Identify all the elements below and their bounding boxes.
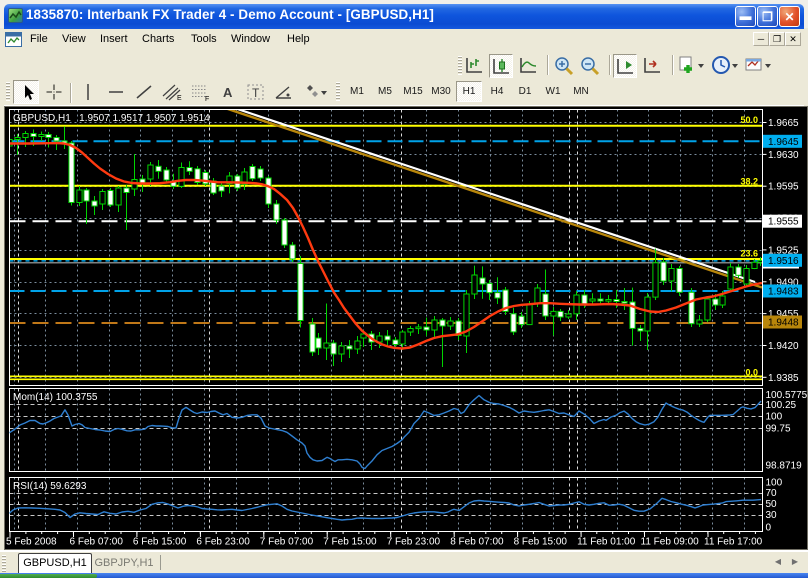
svg-text:6 Feb 15:00: 6 Feb 15:00: [133, 537, 187, 548]
svg-text:100: 100: [766, 477, 783, 488]
svg-text:1.9645: 1.9645: [768, 137, 799, 148]
svg-text:0.0: 0.0: [745, 368, 758, 378]
svg-text:7 Feb 07:00: 7 Feb 07:00: [260, 537, 314, 548]
svg-text:50: 50: [766, 499, 778, 510]
svg-text:11 Feb 01:00: 11 Feb 01:00: [577, 537, 636, 548]
svg-text:11 Feb 09:00: 11 Feb 09:00: [641, 537, 700, 548]
svg-text:A: A: [223, 85, 233, 100]
svg-text:1.9385: 1.9385: [768, 373, 799, 384]
svg-text:23.6: 23.6: [740, 249, 758, 259]
svg-text:8 Feb 15:00: 8 Feb 15:00: [514, 537, 568, 548]
svg-text:Mom(14) 100.3755: Mom(14) 100.3755: [13, 392, 98, 403]
svg-text:1.9420: 1.9420: [768, 341, 799, 352]
svg-text:1.9595: 1.9595: [768, 182, 799, 193]
svg-text:T: T: [252, 86, 260, 100]
svg-text:11 Feb 17:00: 11 Feb 17:00: [704, 537, 763, 548]
svg-text:8 Feb 07:00: 8 Feb 07:00: [450, 537, 504, 548]
svg-text:1.9483: 1.9483: [768, 287, 799, 298]
svg-text:30: 30: [766, 510, 778, 521]
svg-text:99.75: 99.75: [766, 424, 791, 435]
svg-text:1.9665: 1.9665: [768, 118, 799, 129]
svg-text:38.2: 38.2: [740, 177, 758, 187]
svg-text:100.25: 100.25: [766, 400, 797, 411]
svg-text:1.9448: 1.9448: [768, 318, 799, 329]
svg-text:50.0: 50.0: [740, 115, 758, 125]
svg-text:GBPUSD,H1 1.9507 1.9517 1.95: GBPUSD,H1 1.9507 1.9517 1.9507 1.9514: [13, 113, 210, 124]
svg-text:6 Feb 07:00: 6 Feb 07:00: [70, 537, 124, 548]
svg-text:F: F: [205, 96, 209, 103]
svg-text:98.8719: 98.8719: [766, 460, 803, 471]
svg-text:7 Feb 23:00: 7 Feb 23:00: [387, 537, 441, 548]
svg-text:RSI(14) 59.6293: RSI(14) 59.6293: [13, 481, 87, 492]
svg-text:100: 100: [766, 412, 783, 423]
svg-text:E: E: [177, 95, 182, 102]
svg-text:7 Feb 15:00: 7 Feb 15:00: [323, 537, 377, 548]
svg-text:6 Feb 23:00: 6 Feb 23:00: [196, 537, 250, 548]
svg-text:0: 0: [766, 522, 772, 533]
svg-text:1.9555: 1.9555: [768, 217, 799, 228]
svg-text:5 Feb 2008: 5 Feb 2008: [6, 537, 57, 548]
svg-text:1.9516: 1.9516: [768, 256, 799, 267]
svg-text:70: 70: [766, 488, 778, 499]
svg-text:1.9630: 1.9630: [768, 150, 799, 161]
